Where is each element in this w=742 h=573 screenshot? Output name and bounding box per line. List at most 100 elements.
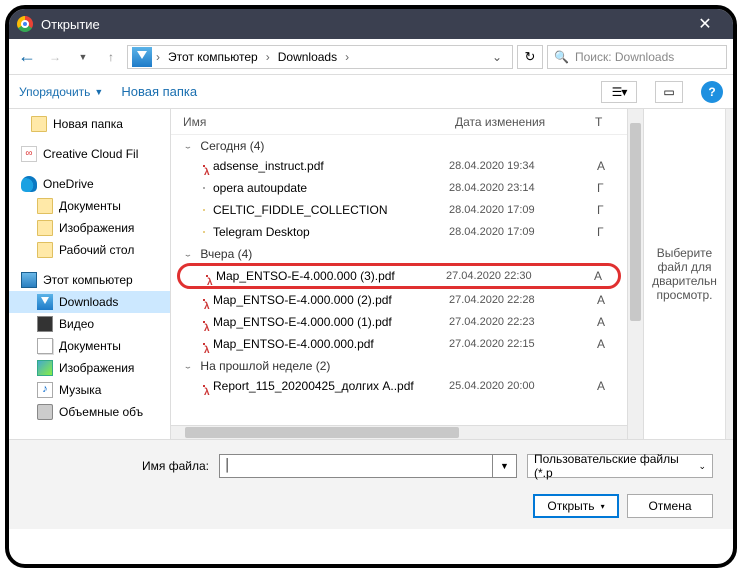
sidebar-item[interactable]: Документы [9,195,170,217]
forward-button[interactable]: → [43,45,67,69]
back-button[interactable]: ← [15,45,39,69]
recent-dropdown[interactable]: ▼ [71,45,95,69]
sidebar-item-label: Creative Cloud Fil [43,147,138,161]
file-date: 28.04.2020 17:09 [449,204,589,216]
filename-input[interactable] [219,454,493,478]
video-icon [37,316,53,332]
folder-icon [37,220,53,236]
filename-label: Имя файла: [29,459,209,473]
file-name: Telegram Desktop [213,225,441,239]
col-date[interactable]: Дата изменения [455,115,595,129]
sidebar-item-label: Этот компьютер [43,273,133,287]
crumb-pc[interactable]: Этот компьютер [164,50,262,64]
sidebar-item[interactable]: Новая папка [9,113,170,135]
sidebar-item-label: Рабочий стол [59,243,134,257]
search-input[interactable]: 🔍 Поиск: Downloads [547,45,727,69]
downloads-icon [132,47,152,67]
file-name: Map_ENTSO-E-4.000.000 (1).pdf [213,315,441,329]
filename-dropdown[interactable]: ▼ [493,454,517,478]
file-row[interactable]: Map_ENTSO-E-4.000.000 (2).pdf27.04.2020 … [171,289,627,311]
sidebar-item-label: Видео [59,317,94,331]
file-row[interactable]: opera autoupdate 28.04.2020 23:14 Г [171,177,627,199]
file-date: 28.04.2020 17:09 [449,226,589,238]
sidebar-item[interactable]: Этот компьютер [9,269,170,291]
pdf-icon [203,343,205,345]
pdf-icon [203,385,205,387]
cc-icon [21,146,37,162]
file-row[interactable]: CELTIC_FIDDLE_COLLECTION28.04.2020 17:09… [171,199,627,221]
sidebar-item[interactable]: Creative Cloud Fil [9,143,170,165]
chevron-down-icon: ▼ [94,87,103,97]
sidebar-item[interactable]: Downloads [9,291,170,313]
file-date: 28.04.2020 23:14 [449,182,589,194]
file-type: A [597,159,615,173]
view-mode-button[interactable]: ☰▾ [601,81,637,103]
file-row[interactable]: Map_ENTSO-E-4.000.000.pdf27.04.2020 22:1… [171,333,627,355]
down-icon [37,294,53,310]
file-type: A [597,315,615,329]
file-row[interactable]: adsense_instruct.pdf28.04.2020 19:34A [171,155,627,177]
file-type: A [594,269,612,283]
breadcrumb-dropdown[interactable]: ⌄ [486,50,508,64]
open-button[interactable]: Открыть▾ [533,494,619,518]
disk-icon [37,404,53,420]
pics-icon [37,360,53,376]
cancel-button[interactable]: Отмена [627,494,713,518]
file-type: Г [597,181,615,195]
chevron-right-icon: › [343,50,351,64]
sidebar-item-label: Документы [59,339,121,353]
refresh-button[interactable]: ↻ [517,45,543,69]
sidebar-item[interactable]: Видео [9,313,170,335]
group-header[interactable]: ⌄ Сегодня (4) [171,135,627,155]
sidebar-item[interactable]: Изображения [9,357,170,379]
window-title: Открытие [41,17,685,32]
close-button[interactable]: ✕ [685,14,725,34]
sidebar-item[interactable]: Объемные объ [9,401,170,423]
file-name: Report_115_20200425_долгих А..pdf [213,379,441,393]
pdf-icon [203,165,205,167]
col-type[interactable]: Т [595,115,615,129]
sidebar-item[interactable]: Музыка [9,379,170,401]
column-headers[interactable]: Имя Дата изменения Т [171,109,627,135]
sidebar-item-label: Изображения [59,221,134,235]
sidebar-item[interactable]: OneDrive [9,173,170,195]
organize-menu[interactable]: Упорядочить▼ [19,85,103,99]
file-row[interactable]: Map_ENTSO-E-4.000.000 (1).pdf 27.04.2020 … [171,311,627,333]
group-header[interactable]: ⌄ На прошлой неделе (2) [171,355,627,375]
preview-pane-button[interactable]: ▭ [655,81,683,103]
up-button[interactable]: ↑ [99,45,123,69]
new-folder-button[interactable]: Новая папка [121,84,197,99]
help-button[interactable]: ? [701,81,723,103]
breadcrumb[interactable]: › Этот компьютер › Downloads › ⌄ [127,45,513,69]
sidebar-item[interactable]: Документы [9,335,170,357]
music-icon [37,382,53,398]
filetype-select[interactable]: Пользовательские файлы (*.p⌄ [527,454,713,478]
folder-icon [37,242,53,258]
search-placeholder: Поиск: Downloads [575,50,674,64]
nav-bar: ← → ▼ ↑ › Этот компьютер › Downloads › ⌄… [9,39,733,75]
file-type: A [597,293,615,307]
sidebar-item-label: Музыка [59,383,101,397]
file-date: 27.04.2020 22:28 [449,294,589,306]
pdf-icon [203,321,205,323]
sidebar-item[interactable]: Изображения [9,217,170,239]
vertical-scrollbar[interactable] [627,109,643,439]
file-type: A [597,337,615,351]
chevron-down-icon: ⌄ [183,250,193,258]
chevron-down-icon: ⌄ [183,142,193,150]
footer: Имя файла: ▼ Пользовательские файлы (*.p… [9,439,733,529]
sidebar-item[interactable]: Рабочий стол [9,239,170,261]
file-date: 27.04.2020 22:23 [449,316,589,328]
outer-scrollbar[interactable] [725,109,733,439]
col-name[interactable]: Имя [183,115,455,129]
file-row[interactable]: Map_ENTSO-E-4.000.000 (3).pdf27.04.2020 … [177,263,621,289]
file-row[interactable]: Telegram Desktop28.04.2020 17:09Г [171,221,627,243]
file-name: opera autoupdate [213,181,441,195]
sidebar-item-label: Downloads [59,295,118,309]
crumb-downloads[interactable]: Downloads [274,50,341,64]
group-header[interactable]: ⌄ Вчера (4) [171,243,627,263]
horizontal-scrollbar[interactable] [171,425,627,439]
folder-icon [37,198,53,214]
file-date: 28.04.2020 19:34 [449,160,589,172]
file-row[interactable]: Report_115_20200425_долгих А..pdf25.04.2… [171,375,627,397]
